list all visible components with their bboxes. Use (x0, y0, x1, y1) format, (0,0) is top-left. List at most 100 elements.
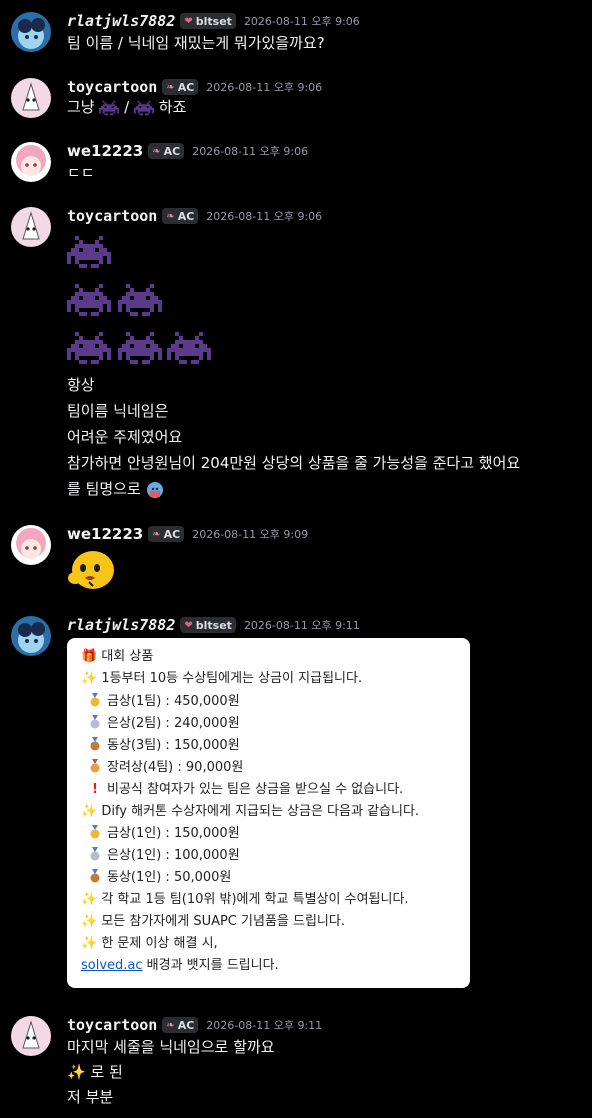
silver-medal-icon (89, 847, 101, 861)
character-emoji (146, 481, 163, 498)
embed-line: ! 비공식 참여자가 있는 팀은 상금을 받으실 수 없습니다. (89, 781, 403, 799)
text-span: Dify 해커톤 수상자에게 지급되는 상금은 다음과 같습니다. (101, 804, 420, 819)
timestamp: 2026-08-11 오후 9:11 (206, 1019, 323, 1032)
invader-emoji (67, 236, 111, 268)
tag-label: AC (177, 1018, 195, 1032)
message-header: we12223 ❧ AC 2026-08-11 오후 9:09 (67, 523, 308, 545)
avatar[interactable] (11, 1016, 51, 1056)
user-tag: ❧ AC (148, 526, 185, 542)
invader-emoji (167, 332, 211, 364)
message-header: rlatjwls7882 ❤ bltset 2026-08-11 오후 9:06 (67, 10, 360, 32)
sparkles-emoji: ✨ (81, 892, 98, 907)
heart-icon: ❤ (184, 15, 193, 27)
text-span: 하죠 (158, 98, 187, 116)
message-header: we12223 ❧ AC 2026-08-11 오후 9:06 (67, 140, 308, 162)
timestamp: 2026-08-11 오후 9:06 (192, 145, 309, 158)
gold-medal-icon (89, 825, 101, 839)
leaf-icon: ❧ (152, 528, 161, 540)
text-span: 금상(1팀) : 450,000원 (107, 694, 240, 709)
gift-emoji: 🎁 (81, 649, 98, 664)
leaf-icon: ❧ (166, 81, 175, 93)
embed-line: ✨ 1등부터 10등 수상팀에게는 상금이 지급됩니다. (81, 670, 362, 688)
avatar[interactable] (11, 616, 51, 656)
avatar[interactable] (11, 78, 51, 118)
text-span: / (124, 98, 130, 116)
message-text: 저 부분 (67, 1088, 114, 1106)
username[interactable]: rlatjwls7882 (67, 616, 175, 634)
message-header: toycartoon ❧ AC 2026-08-11 오후 9:06 (67, 205, 322, 227)
text-span: 비공식 참여자가 있는 팀은 상금을 받으실 수 없습니다. (107, 782, 404, 797)
avatar[interactable] (11, 12, 51, 52)
text-span: 동상(3팀) : 150,000원 (107, 738, 240, 753)
exclamation-emoji: ! (92, 782, 98, 797)
username[interactable]: toycartoon (67, 1016, 157, 1034)
gold-medal-icon (89, 693, 101, 707)
embed-line: 동상(1인) : 50,000원 (89, 869, 231, 887)
text-span: 동상(1인) : 50,000원 (107, 870, 232, 885)
timestamp: 2026-08-11 오후 9:06 (206, 210, 323, 223)
message-text: 참가하면 안녕원님이 204만원 상당의 상품을 줄 가능성을 준다고 했어요 (67, 454, 521, 472)
timestamp: 2026-08-11 오후 9:06 (206, 81, 323, 94)
text-span: 모든 참가자에게 SUAPC 기념품을 드립니다. (101, 914, 345, 929)
invader-emoji (134, 100, 155, 115)
tag-label: AC (177, 209, 195, 223)
embed-line: ✨ Dify 해커톤 수상자에게 지급되는 상금은 다음과 같습니다. (81, 803, 419, 821)
message-text: 그냥 / 하죠 (67, 96, 186, 118)
message-text: ✨ 로 된 (67, 1061, 123, 1083)
avatar[interactable] (11, 207, 51, 247)
timestamp: 2026-08-11 오후 9:09 (192, 528, 309, 541)
text-span: 장려상(4팀) : 90,000원 (107, 760, 244, 775)
leaf-icon: ❧ (152, 145, 161, 157)
text-span: 로 된 (90, 1063, 123, 1081)
message-header: toycartoon ❧ AC 2026-08-11 오후 9:06 (67, 76, 322, 98)
blob-emoji (68, 551, 114, 589)
tag-label: AC (163, 144, 181, 158)
message-text: 를 팀명으로 (67, 478, 164, 500)
sparkles-emoji: ✨ (81, 671, 98, 686)
embed-line: 은상(1인) : 100,000원 (89, 847, 240, 865)
embed-line: 🎁 대회 상품 (81, 648, 153, 666)
avatar[interactable] (11, 525, 51, 565)
invader-emoji (67, 332, 111, 364)
bronze-medal-icon (89, 737, 101, 751)
tag-label: bltset (195, 618, 232, 632)
username[interactable]: we12223 (67, 525, 143, 543)
solved-ac-link[interactable]: solved.ac (81, 958, 143, 973)
username[interactable]: we12223 (67, 142, 143, 160)
leaf-icon: ❧ (166, 1019, 175, 1031)
message-text: 어려운 주제였어요 (67, 428, 183, 446)
bronze-medal-icon (89, 869, 101, 883)
sparkles-emoji: ✨ (81, 914, 98, 929)
text-span: 1등부터 10등 수상팀에게는 상금이 지급됩니다. (101, 671, 363, 686)
embed-line: 금상(1팀) : 450,000원 (89, 693, 240, 711)
tag-label: bltset (195, 14, 232, 28)
embed-line: ✨ 한 문제 이상 해결 시, (81, 935, 218, 953)
embed-line: 동상(3팀) : 150,000원 (89, 737, 240, 755)
message-text: 팀이름 닉네임은 (67, 402, 169, 420)
invader-emoji (99, 100, 120, 115)
sparkles-emoji: ✨ (81, 936, 98, 951)
timestamp: 2026-08-11 오후 9:06 (243, 15, 360, 28)
invader-emoji (118, 284, 162, 316)
text-span: 배경과 뱃지를 드립니다. (146, 958, 279, 973)
username[interactable]: toycartoon (67, 207, 157, 225)
embed-line: 장려상(4팀) : 90,000원 (89, 759, 243, 777)
message-header: rlatjwls7882 ❤ bltset 2026-08-11 오후 9:11 (67, 614, 360, 636)
username[interactable]: toycartoon (67, 78, 157, 96)
embed-line: 금상(1인) : 150,000원 (89, 825, 240, 843)
user-tag: ❧ AC (162, 79, 199, 95)
message-text: 항상 (67, 376, 95, 394)
avatar[interactable] (11, 142, 51, 182)
message-text: ㄷㄷ (67, 164, 95, 182)
user-tag: ❧ AC (162, 208, 199, 224)
tag-label: AC (177, 80, 195, 94)
username[interactable]: rlatjwls7882 (67, 12, 175, 30)
text-span: 를 팀명으로 (67, 480, 141, 498)
embed-line: solved.ac 배경과 뱃지를 드립니다. (81, 957, 279, 975)
sparkles-emoji: ✨ (67, 1063, 86, 1081)
message-text: 팀 이름 / 닉네임 재밌는게 뭐가있을까요? (67, 34, 325, 52)
text-span: 은상(2팀) : 240,000원 (107, 716, 240, 731)
text-span: 금상(1인) : 150,000원 (107, 826, 240, 841)
embed-line: ✨ 모든 참가자에게 SUAPC 기념품을 드립니다. (81, 913, 345, 931)
user-tag: ❧ AC (162, 1017, 199, 1033)
